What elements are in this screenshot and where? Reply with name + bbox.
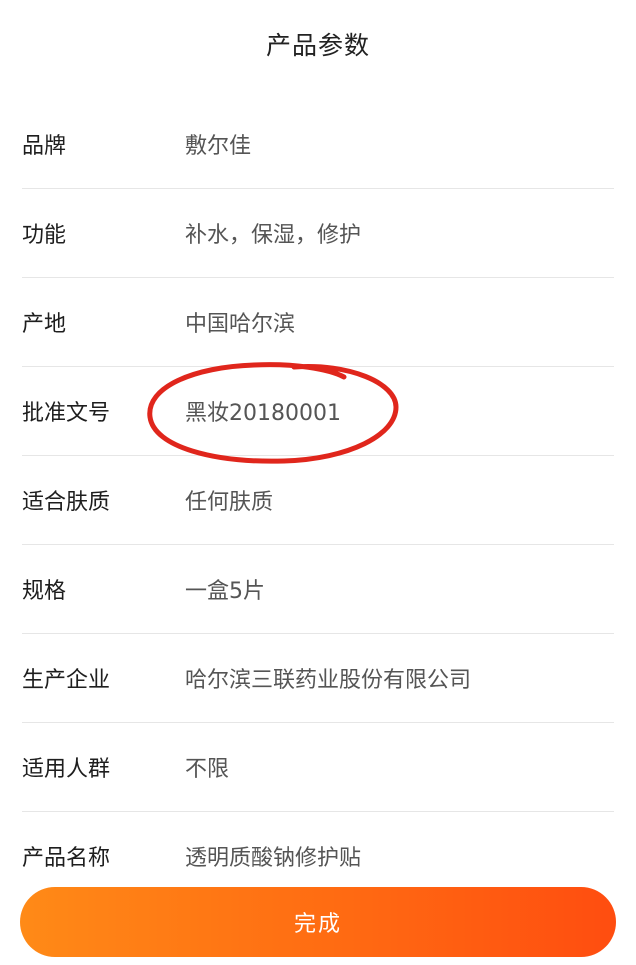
param-row-skin-type: 适合肤质 任何肤质 [22, 456, 614, 545]
param-row-approval-number: 批准文号 黑妆20180001 [22, 367, 614, 456]
param-value: 一盒5片 [185, 579, 265, 604]
done-button[interactable]: 完成 [20, 887, 616, 957]
param-value: 黑妆20180001 [185, 401, 341, 426]
param-row-origin: 产地 中国哈尔滨 [22, 278, 614, 367]
param-row-specification: 规格 一盒5片 [22, 545, 614, 634]
param-label: 规格 [22, 579, 67, 604]
params-list: 品牌 敷尔佳 功能 补水，保湿，修护 产地 中国哈尔滨 批准文号 黑妆20180… [0, 100, 636, 900]
param-label: 功能 [22, 223, 67, 248]
param-value: 中国哈尔滨 [185, 312, 296, 337]
param-value: 不限 [185, 757, 230, 782]
param-label: 批准文号 [22, 401, 111, 426]
param-label: 适用人群 [22, 757, 111, 782]
param-label: 产品名称 [22, 846, 111, 871]
param-row-function: 功能 补水，保湿，修护 [22, 189, 614, 278]
param-row-target-users: 适用人群 不限 [22, 723, 614, 812]
param-label: 生产企业 [22, 668, 111, 693]
param-value: 透明质酸钠修护贴 [185, 846, 362, 871]
param-value: 任何肤质 [185, 490, 274, 515]
param-label: 产地 [22, 312, 67, 337]
param-row-manufacturer: 生产企业 哈尔滨三联药业股份有限公司 [22, 634, 614, 723]
sheet-title: 产品参数 [265, 31, 370, 60]
param-label: 适合肤质 [22, 490, 111, 515]
param-value: 敷尔佳 [185, 134, 252, 159]
product-params-sheet: 产品参数 品牌 敷尔佳 功能 补水，保湿，修护 产地 中国哈尔滨 批准文号 黑妆… [0, 0, 636, 965]
param-label: 品牌 [22, 134, 67, 159]
param-row-brand: 品牌 敷尔佳 [22, 100, 614, 189]
param-value: 哈尔滨三联药业股份有限公司 [185, 668, 472, 693]
param-value: 补水，保湿，修护 [185, 223, 362, 248]
